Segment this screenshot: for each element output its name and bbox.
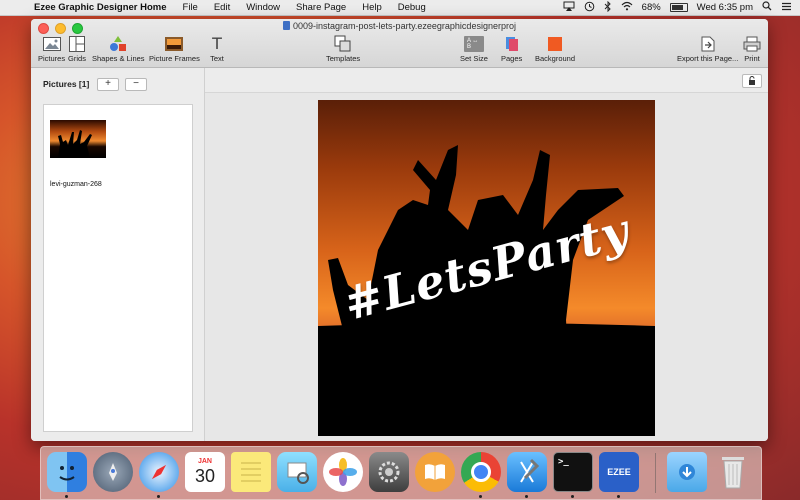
battery-percent: 68% xyxy=(641,2,661,13)
templates-icon xyxy=(333,35,353,52)
background-color-icon xyxy=(545,35,565,52)
export-page-button[interactable]: Export this Page... xyxy=(677,35,738,63)
set-size-tool-button[interactable]: A ↔ B Set Size xyxy=(460,35,488,63)
picture-filename: levi-guzman-268 xyxy=(50,181,102,188)
menu-edit[interactable]: Edit xyxy=(206,0,238,15)
menu-window[interactable]: Window xyxy=(238,0,288,15)
spotlight-search-icon[interactable] xyxy=(762,1,772,14)
document-icon xyxy=(283,21,291,30)
finder-icon[interactable] xyxy=(47,452,87,492)
time-machine-icon[interactable] xyxy=(584,1,595,15)
design-canvas[interactable]: #LetsParty xyxy=(318,100,655,436)
canvas-topbar xyxy=(205,68,768,93)
pages-tool-button[interactable]: Pages xyxy=(501,35,522,63)
airplay-icon[interactable] xyxy=(563,1,575,14)
templates-tool-button[interactable]: Templates xyxy=(326,35,360,63)
set-size-icon: A ↔ B xyxy=(463,35,484,52)
dock: JAN 30 >_ EZEE xyxy=(40,446,762,500)
text-tool-button[interactable]: T Text xyxy=(207,34,227,63)
export-icon xyxy=(698,35,718,52)
canvas-area: #LetsParty xyxy=(205,68,768,441)
pictures-panel: Pictures [1] + − levi-guzman-268 xyxy=(31,68,205,441)
terminal-icon[interactable]: >_ xyxy=(553,452,593,492)
battery-icon[interactable] xyxy=(669,3,688,12)
lock-icon xyxy=(748,72,756,90)
shapes-lines-tool-button[interactable]: Shapes & Lines xyxy=(92,35,145,63)
wifi-icon[interactable] xyxy=(621,1,633,14)
chrome-icon[interactable] xyxy=(461,452,501,492)
printer-icon xyxy=(742,35,762,52)
picture-frame-icon xyxy=(164,35,184,52)
trash-icon[interactable] xyxy=(713,452,753,492)
pictures-header: Pictures [1] xyxy=(43,79,90,89)
xcode-icon[interactable] xyxy=(507,452,547,492)
clock[interactable]: Wed 6:35 pm xyxy=(697,2,753,13)
pages-icon xyxy=(502,35,522,52)
add-picture-button[interactable]: + xyxy=(97,78,119,91)
background-tool-button[interactable]: Background xyxy=(535,35,575,63)
grid-icon xyxy=(67,35,87,52)
safari-icon[interactable] xyxy=(139,452,179,492)
picture-frames-tool-button[interactable]: Picture Frames xyxy=(149,35,200,63)
shapes-icon xyxy=(108,35,128,52)
ezee-graphic-designer-icon[interactable]: EZEE xyxy=(599,452,639,492)
bluetooth-icon[interactable] xyxy=(604,0,612,15)
window-title: 0009-instagram-post-lets-party.ezeegraph… xyxy=(31,20,768,32)
notes-icon[interactable] xyxy=(231,452,271,492)
app-window: 0009-instagram-post-lets-party.ezeegraph… xyxy=(31,19,768,441)
pictures-list: levi-guzman-268 xyxy=(43,104,193,432)
preview-icon[interactable] xyxy=(277,452,317,492)
ibooks-icon[interactable] xyxy=(415,452,455,492)
menu-share-page[interactable]: Share Page xyxy=(288,0,354,15)
dock-separator xyxy=(655,453,656,493)
menu-file[interactable]: File xyxy=(175,0,206,15)
text-icon: T xyxy=(212,34,222,53)
window-toolbar: 0009-instagram-post-lets-party.ezeegraph… xyxy=(31,19,768,68)
grids-tool-button[interactable]: Grids xyxy=(67,35,87,63)
downloads-folder-icon[interactable] xyxy=(667,452,707,492)
remove-picture-button[interactable]: − xyxy=(125,78,147,91)
picture-icon xyxy=(42,35,62,52)
menu-debug[interactable]: Debug xyxy=(390,0,434,15)
pictures-tool-button[interactable]: Pictures xyxy=(38,35,65,63)
menu-app-name[interactable]: Ezee Graphic Designer Home xyxy=(26,0,175,15)
print-button[interactable]: Print xyxy=(742,35,762,63)
lock-button[interactable] xyxy=(742,74,762,88)
notification-center-icon[interactable] xyxy=(781,2,792,14)
menu-bar: Ezee Graphic Designer Home File Edit Win… xyxy=(0,0,800,16)
system-preferences-icon[interactable] xyxy=(369,452,409,492)
menu-help[interactable]: Help xyxy=(354,0,390,15)
calendar-icon[interactable]: JAN 30 xyxy=(185,452,225,492)
photos-icon[interactable] xyxy=(323,452,363,492)
launchpad-icon[interactable] xyxy=(93,452,133,492)
picture-thumbnail[interactable] xyxy=(50,120,106,158)
